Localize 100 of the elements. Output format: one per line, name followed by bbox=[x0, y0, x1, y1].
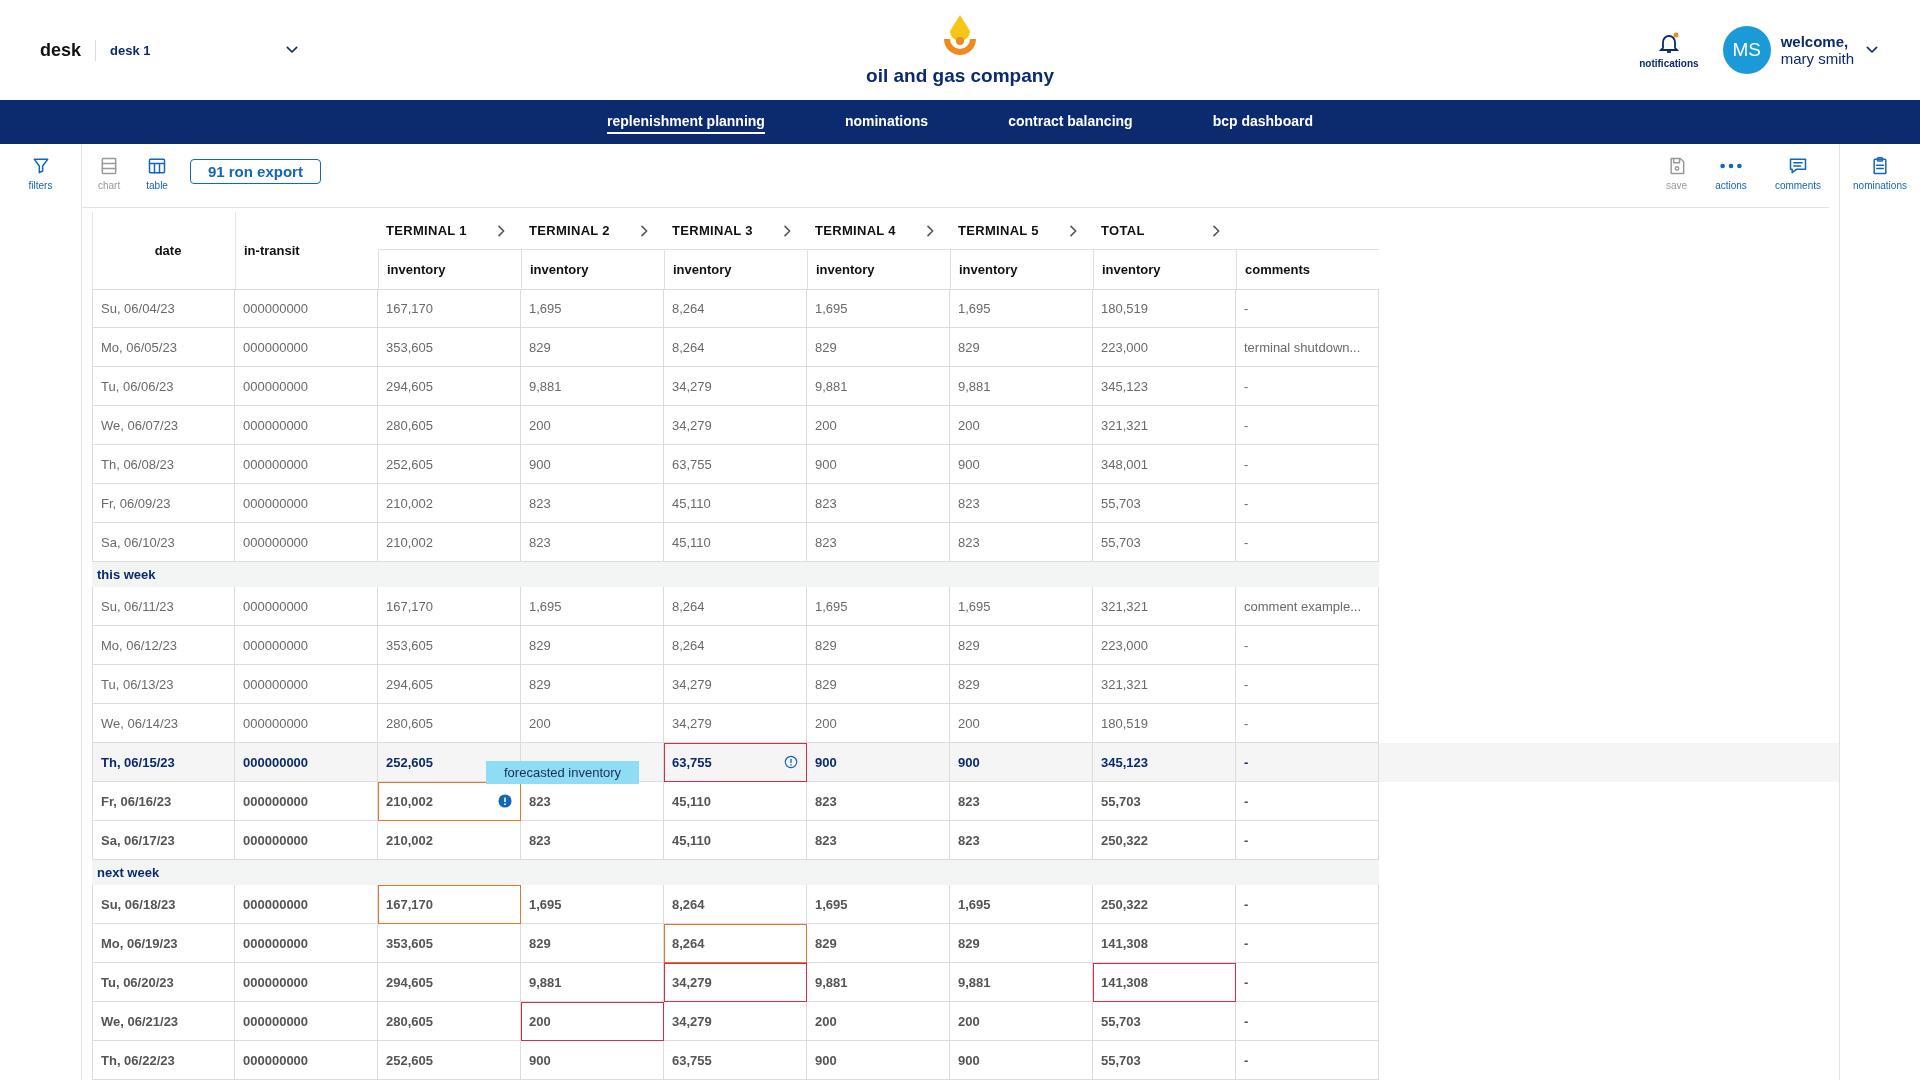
column-header: inventory bbox=[378, 250, 521, 289]
table-cell: 000000000 bbox=[235, 626, 378, 665]
table-cell: 141,308 bbox=[1093, 924, 1236, 963]
table-cell: 280,605 bbox=[378, 406, 521, 445]
actions-button[interactable]: actions bbox=[1715, 156, 1747, 191]
column-group-header[interactable]: TERMINAL 2 bbox=[521, 212, 664, 250]
desk-dropdown[interactable]: desk 1 bbox=[110, 38, 301, 62]
notifications-button[interactable]: notifications bbox=[1639, 31, 1699, 69]
table-cell: 1,695 bbox=[521, 587, 664, 626]
filters-button[interactable]: filters bbox=[28, 156, 53, 191]
table-cell: 900 bbox=[807, 1041, 950, 1080]
table-cell: 294,605 bbox=[378, 963, 521, 1002]
table-cell: comment example... bbox=[1236, 587, 1379, 626]
table-cell: Mo, 06/12/23 bbox=[92, 626, 235, 665]
table-cell: 829 bbox=[807, 665, 950, 704]
table-cell: 000000000 bbox=[235, 665, 378, 704]
table-cell: 829 bbox=[950, 626, 1093, 665]
column-group-header[interactable]: TERMINAL 3 bbox=[664, 212, 807, 250]
table-cell: 000000000 bbox=[235, 782, 378, 821]
table-cell: 829 bbox=[521, 328, 664, 367]
column-group-header[interactable]: TERMINAL 1 bbox=[378, 212, 521, 250]
column-group-header[interactable]: TERMINAL 4 bbox=[807, 212, 950, 250]
table-cell: 8,264 bbox=[664, 328, 807, 367]
table-cell: 321,321 bbox=[1093, 406, 1236, 445]
table-row[interactable]: Tu, 06/20/23 000000000 294,605 9,881 34,279 9,881 9,881 141,308 - bbox=[92, 963, 1839, 1002]
table-cell: 000000000 bbox=[235, 289, 378, 328]
company-name: oil and gas company bbox=[866, 65, 1054, 87]
comments-icon bbox=[1787, 156, 1808, 176]
table-cell: 1,695 bbox=[950, 587, 1093, 626]
table-row[interactable]: Mo, 06/05/23 000000000 353,605 829 8,264 829 829 223,000 terminal shutdown... bbox=[92, 328, 1839, 367]
column-group-header[interactable]: TOTAL bbox=[1093, 212, 1236, 250]
nav-tab[interactable]: contract balancing bbox=[1008, 110, 1133, 134]
table-cell: 829 bbox=[950, 924, 1093, 963]
table-cell: 000000000 bbox=[235, 1002, 378, 1041]
table-cell: - bbox=[1236, 367, 1379, 406]
table-cell: - bbox=[1236, 885, 1379, 924]
table-cell: - bbox=[1236, 626, 1379, 665]
tooltip: forecasted inventory bbox=[486, 761, 640, 784]
table-cell: 829 bbox=[521, 924, 664, 963]
nav-tab[interactable]: replenishment planning bbox=[607, 110, 765, 134]
comments-button[interactable]: comments bbox=[1774, 156, 1821, 191]
table-cell: 250,322 bbox=[1093, 885, 1236, 924]
table-row[interactable]: Su, 06/04/23 000000000 167,170 1,695 8,264 1,695 1,695 180,519 - bbox=[92, 289, 1839, 328]
table-cell: - bbox=[1236, 665, 1379, 704]
view-button[interactable]: table bbox=[146, 156, 168, 191]
table-cell: 1,695 bbox=[807, 289, 950, 328]
table-row[interactable]: Th, 06/22/23 000000000 252,605 900 63,755 900 900 55,703 - bbox=[92, 1041, 1839, 1080]
table-cell: 321,321 bbox=[1093, 665, 1236, 704]
column-header: inventory bbox=[950, 250, 1093, 289]
export-button[interactable]: 91 ron export bbox=[189, 159, 321, 184]
desk-label: desk bbox=[40, 39, 97, 61]
alert-icon[interactable] bbox=[498, 794, 512, 808]
table-cell: 294,605 bbox=[378, 367, 521, 406]
table-row[interactable]: We, 06/21/23 000000000 280,605 200 34,279 200 200 55,703 - bbox=[92, 1002, 1839, 1041]
table-cell: 167,170 bbox=[378, 885, 521, 924]
column-header: inventory bbox=[664, 250, 807, 289]
column-header: inventory bbox=[807, 250, 950, 289]
table-cell: 000000000 bbox=[235, 328, 378, 367]
nav-tab[interactable]: bcp dashboard bbox=[1212, 110, 1313, 134]
table-cell: 829 bbox=[807, 328, 950, 367]
table-cell: 55,703 bbox=[1093, 782, 1236, 821]
table-row[interactable]: Mo, 06/12/23 000000000 353,605 829 8,264 829 829 223,000 - bbox=[92, 626, 1839, 665]
table-cell: 63,755 bbox=[664, 1041, 807, 1080]
user-name: mary smith bbox=[1780, 50, 1854, 67]
table-cell: 180,519 bbox=[1093, 289, 1236, 328]
column-header: in-transit bbox=[235, 212, 378, 289]
table-cell: 280,605 bbox=[378, 1002, 521, 1041]
table-cell: 321,321 bbox=[1093, 587, 1236, 626]
table-row[interactable]: Mo, 06/19/23 000000000 353,605 829 8,264 829 829 141,308 - bbox=[92, 924, 1839, 963]
table-cell: 829 bbox=[521, 665, 664, 704]
table-row[interactable]: Fr, 06/16/23 000000000 210,002 823 45,110 823 823 55,703 - bbox=[92, 782, 1839, 821]
table-row[interactable]: Th, 06/08/23 000000000 252,605 900 63,755 900 900 348,001 - bbox=[92, 445, 1839, 484]
table-cell: 34,279 bbox=[664, 367, 807, 406]
info-icon[interactable] bbox=[784, 755, 798, 769]
table-row[interactable]: We, 06/07/23 000000000 280,605 200 34,279 200 200 321,321 - bbox=[92, 406, 1839, 445]
table-cell: 9,881 bbox=[950, 963, 1093, 1002]
table-row[interactable]: Fr, 06/09/23 000000000 210,002 823 45,110 823 823 55,703 - bbox=[92, 484, 1839, 523]
table-cell: 829 bbox=[807, 924, 950, 963]
table-cell: 000000000 bbox=[235, 484, 378, 523]
table-cell: 1,695 bbox=[807, 587, 950, 626]
nav-tab[interactable]: nominations bbox=[844, 110, 929, 134]
table-cell: Mo, 06/19/23 bbox=[92, 924, 235, 963]
table-cell: 200 bbox=[950, 406, 1093, 445]
nominations-button[interactable]: nominations bbox=[1853, 156, 1907, 191]
table-cell: terminal shutdown... bbox=[1236, 328, 1379, 367]
table-cell: 829 bbox=[950, 328, 1093, 367]
table-cell: 823 bbox=[807, 782, 950, 821]
table-row[interactable]: Tu, 06/06/23 000000000 294,605 9,881 34,279 9,881 9,881 345,123 - bbox=[92, 367, 1839, 406]
table-cell: 200 bbox=[807, 1002, 950, 1041]
bell-icon bbox=[1656, 31, 1681, 55]
table-row[interactable]: Tu, 06/13/23 000000000 294,605 829 34,279 829 829 321,321 - bbox=[92, 665, 1839, 704]
table-row[interactable]: Su, 06/11/23 000000000 167,170 1,695 8,264 1,695 1,695 321,321 comment example... bbox=[92, 587, 1839, 626]
table-row[interactable]: Su, 06/18/23 000000000 167,170 1,695 8,264 1,695 1,695 250,322 - bbox=[92, 885, 1839, 924]
table-cell: 823 bbox=[521, 782, 664, 821]
table-cell: - bbox=[1236, 1002, 1379, 1041]
table-cell: 9,881 bbox=[807, 963, 950, 1002]
table-cell: 000000000 bbox=[235, 743, 378, 782]
table-cell: - bbox=[1236, 924, 1379, 963]
more-icon bbox=[1720, 163, 1743, 169]
column-group-header[interactable]: TERMINAL 5 bbox=[950, 212, 1093, 250]
